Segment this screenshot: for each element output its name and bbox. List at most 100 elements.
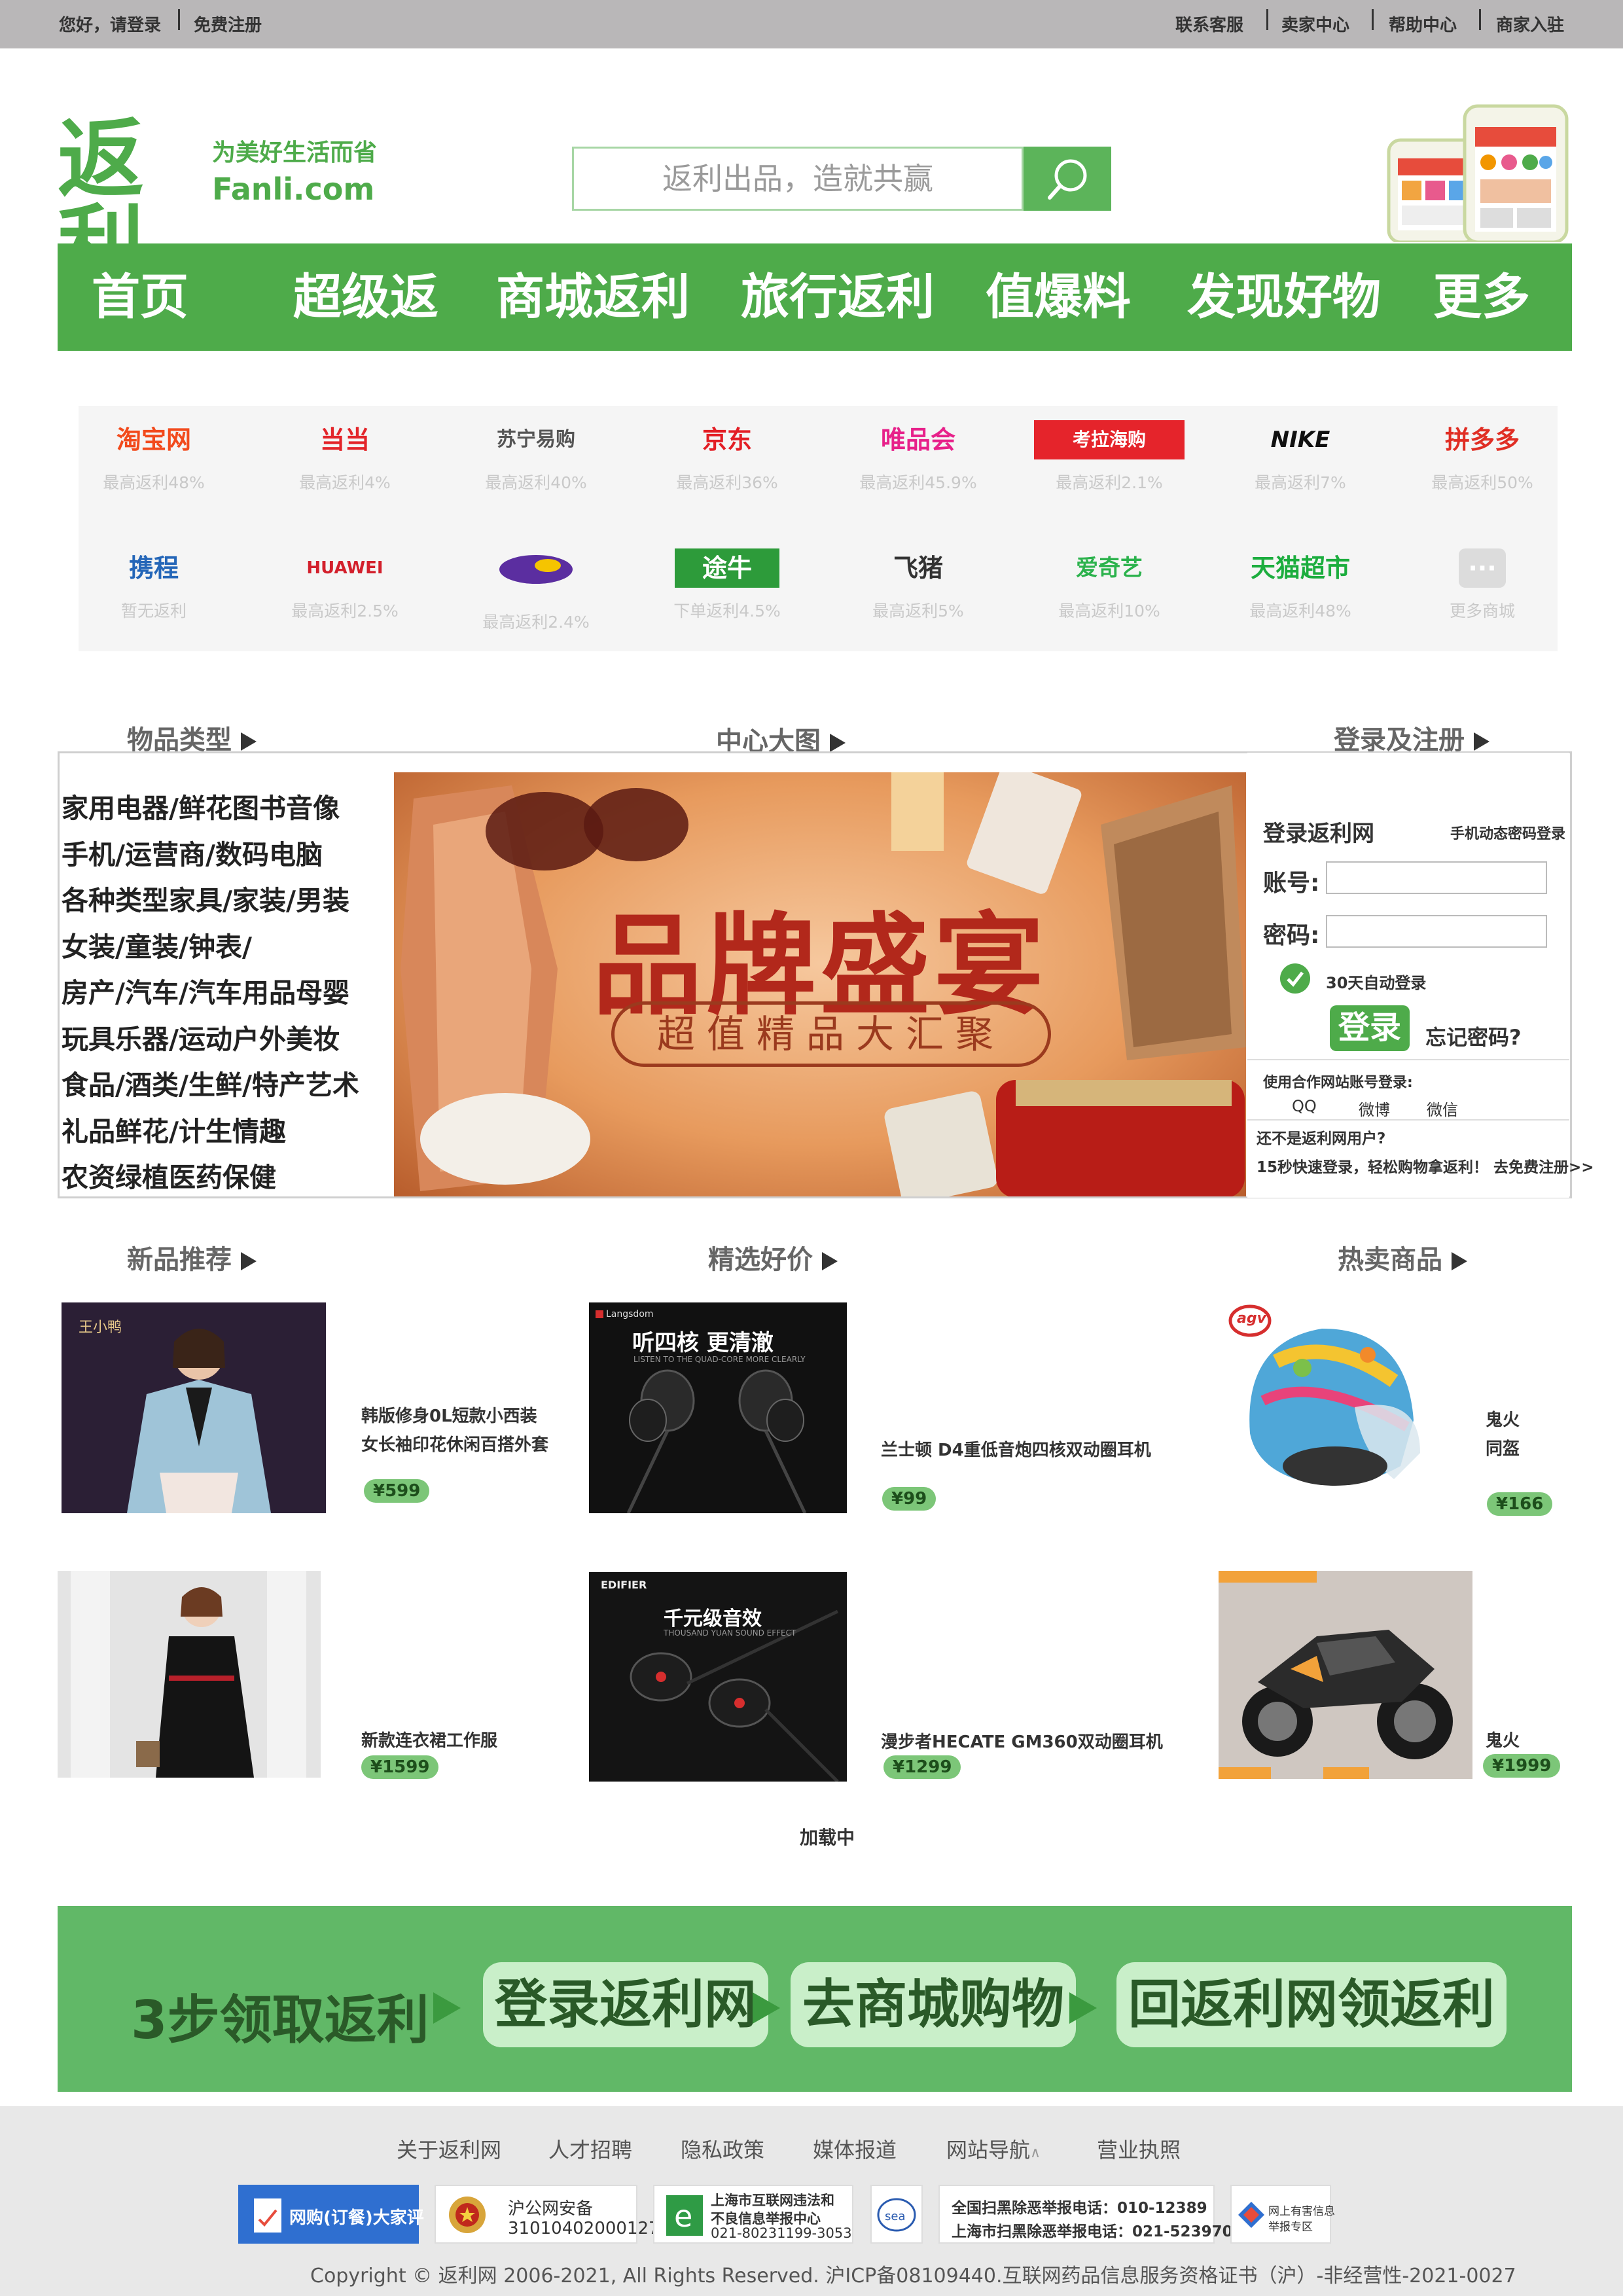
product-image[interactable]: EDIFIER 千元级音效 THOUSAND YUAN SOUND EFFECT [589,1572,847,1782]
nav-home[interactable]: 首页 [92,270,188,325]
login-link[interactable]: 您好，请登录 [59,12,161,36]
merchant-join-link[interactable]: 商家入驻 [1496,12,1564,36]
product-name[interactable]: 兰士顿 D4重低音炮四核双动圈耳机 [881,1436,1151,1465]
brand-more[interactable]: ··· 更多商城 [1407,548,1558,647]
product-image[interactable] [58,1571,321,1778]
nike-swoosh-icon: NIKE [1270,427,1330,453]
nav-deals[interactable]: 值爆料 [986,270,1131,325]
footer-link-license[interactable]: 营业执照 [1097,2134,1181,2164]
login-button[interactable]: 登录 [1330,1005,1410,1051]
search-input[interactable] [574,149,1022,209]
product-name[interactable]: 韩版修身0L短款小西装 女长袖印花休闲百搭外套 [361,1402,548,1460]
partner-login-title: 使用合作网站账号登录: [1263,1075,1413,1091]
brand-huawei[interactable]: HUAWEI 最高返利2.5% [270,548,420,647]
category-item[interactable]: 食品/酒类/生鲜/特产艺术 [62,1062,359,1109]
footer-link-media[interactable]: 媒体报道 [813,2134,897,2164]
report-e-icon: e [666,2195,703,2236]
product-name[interactable]: 鬼火 同盔 [1486,1406,1520,1463]
category-item[interactable]: 家用电器/鲜花图书音像 [62,785,359,832]
wechat-login-link[interactable]: 微信 [1427,1097,1458,1120]
product-image[interactable]: agv [1224,1302,1424,1503]
hero-banner[interactable]: 品牌盛宴 超值精品大汇聚 [394,772,1246,1196]
product-image[interactable]: Langsdom 听四核 更清澈 LISTEN TO THE QUAD-CORE… [589,1302,847,1513]
brand-caption: 最高返利7% [1255,473,1346,492]
account-input[interactable] [1326,861,1547,894]
search-button[interactable] [1024,147,1111,211]
check-icon [1287,971,1304,987]
product-name[interactable]: 漫步者HECATE GM360双动圈耳机 [881,1728,1163,1757]
product-price: ¥1299 [883,1755,961,1779]
brand-vip[interactable]: 唯品会 最高返利45.9% [843,420,993,518]
main-nav: 首页 超级返 商城返利 旅行返利 值爆料 发现好物 更多 [58,243,1572,351]
brand-caption: 暂无返利 [120,601,187,620]
brand-suning[interactable]: 苏宁易购 最高返利40% [461,420,611,518]
badge-review[interactable]: 网购(订餐)大家评 [238,2185,424,2244]
divider [1479,9,1481,30]
play-arrow-icon [830,734,846,752]
brand-ctrip[interactable]: 携程 暂无返利 [79,548,229,647]
brand-logo: 当当 [319,425,370,454]
badge-hotline[interactable]: 全国扫黑除恶举报电话：010-12389 上海市扫黑除恶举报电话：021-523… [938,2185,1254,2244]
product-image[interactable]: 王小鸭 [62,1302,326,1513]
rebate-steps-banner: 3步领取返利 登录返利网 去商城购物 回返利网领返利 [58,1906,1572,2092]
footer-link-about[interactable]: 关于返利网 [397,2134,501,2164]
password-input[interactable] [1326,915,1547,948]
badge-police[interactable]: 沪公网安备 31010402000127 [435,2185,660,2244]
nav-super-rebate[interactable]: 超级返 [293,270,438,325]
brand-tuniu[interactable]: 途牛 下单返利4.5% [652,548,802,647]
nav-travel-rebate[interactable]: 旅行返利 [741,270,935,325]
register-link[interactable]: 免费注册 [194,12,262,36]
step-shop[interactable]: 去商城购物 [791,1962,1076,2047]
badge-harmful-info[interactable]: 网上有害信息 举报专区 [1230,2185,1335,2244]
category-item[interactable]: 女装/童装/钟表/ [62,924,359,971]
category-item[interactable]: 玩具乐器/运动户外美妆 [62,1016,359,1063]
brand-pinduoduo[interactable]: 拼多多 最高返利50% [1407,420,1558,518]
register-prompt-link[interactable]: 15秒快速登录，轻松购物拿返利！ 去免费注册>> [1257,1155,1594,1177]
category-item[interactable]: 房产/汽车/汽车用品母婴 [62,970,359,1016]
badge-report-center[interactable]: e 上海市互联网违法和 不良信息举报中心 021-80231199-3053 [653,2185,853,2244]
divider [1372,9,1374,30]
brand-iqiyi[interactable]: 爱奇艺 最高返利10% [1034,548,1185,647]
step-claim[interactable]: 回返利网领返利 [1116,1962,1507,2047]
category-item[interactable]: 手机/运营商/数码电脑 [62,832,359,878]
qq-login-link[interactable]: QQ [1292,1097,1317,1115]
brand-logo: 携程 [128,554,179,583]
product-image[interactable] [1219,1571,1472,1779]
product-name[interactable]: 新款连衣裙工作服 [361,1727,497,1755]
play-arrow-icon [1452,1252,1467,1270]
divider [178,9,180,30]
brand-tmall-market[interactable]: 天猫超市 最高返利48% [1225,548,1376,647]
nav-discover[interactable]: 发现好物 [1187,270,1381,325]
category-item[interactable]: 礼品鲜花/计生情趣 [62,1109,359,1155]
top-bar: 您好，请登录 免费注册 联系客服 卖家中心 帮助中心 商家入驻 [0,0,1623,48]
seal-icon: sea [877,2198,916,2232]
brand-fliggy[interactable]: 飞猪 最高返利5% [843,548,993,647]
weibo-login-link[interactable]: 微博 [1359,1097,1390,1120]
brand-taobao[interactable]: 淘宝网 最高返利48% [79,420,229,518]
footer-link-jobs[interactable]: 人才招聘 [548,2134,632,2164]
product-name[interactable]: 鬼火 [1486,1727,1520,1755]
forgot-password-link[interactable]: 忘记密码? [1425,1021,1522,1051]
section-deals-header: 精选好价 [708,1238,838,1276]
nav-more[interactable]: 更多 [1433,270,1530,325]
category-item[interactable]: 各种类型家具/家装/男装 [62,878,359,924]
footer-link-sitemap[interactable]: 网站导航∧ [946,2134,1041,2164]
brand-jd[interactable]: 京东 最高返利36% [652,420,802,518]
brand-kaola[interactable]: 考拉海购 最高返利2.1% [1034,420,1185,518]
brand-caption: 最高返利2.4% [482,613,590,632]
nav-mall-rebate[interactable]: 商城返利 [496,270,690,325]
sms-login-link[interactable]: 手机动态密码登录 [1450,822,1565,843]
search-icon [1048,159,1087,200]
step-login[interactable]: 登录返利网 [483,1962,768,2047]
seller-center-link[interactable]: 卖家中心 [1281,12,1349,36]
badge-seal[interactable]: sea [870,2185,923,2244]
help-center-link[interactable]: 帮助中心 [1389,12,1457,36]
footer-link-privacy[interactable]: 隐私政策 [681,2134,764,2164]
brand-purple[interactable]: 最高返利2.4% [461,548,611,647]
brand-nike[interactable]: NIKE 最高返利7% [1225,420,1376,518]
brand-dangdang[interactable]: 当当 最高返利4% [270,420,420,518]
contact-service-link[interactable]: 联系客服 [1175,12,1243,36]
remember-checkbox[interactable] [1280,963,1310,994]
category-item[interactable]: 农资绿植医药保健 [62,1155,359,1201]
brand-caption: 最高返利40% [485,473,587,492]
